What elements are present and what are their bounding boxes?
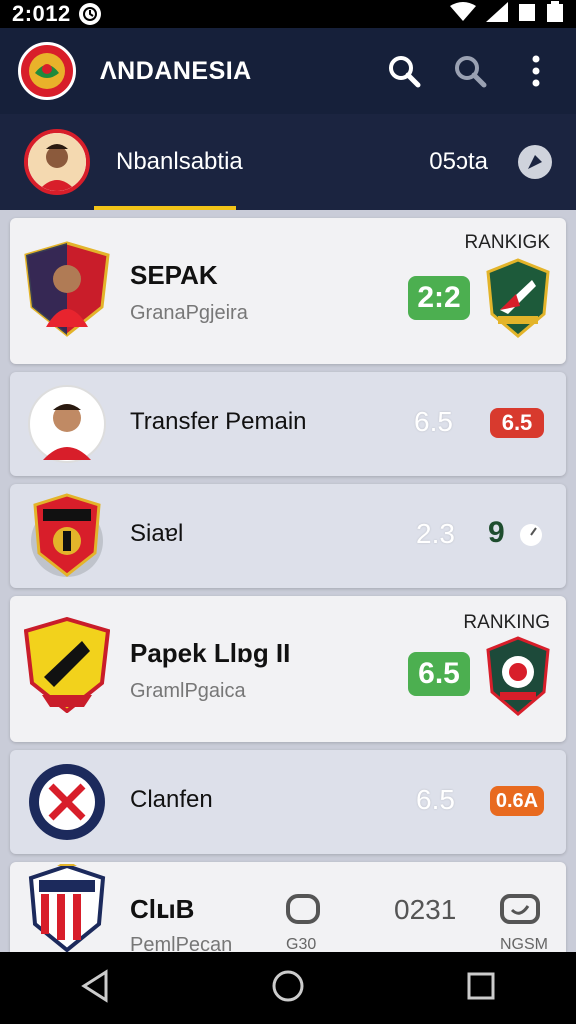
app-logo[interactable] [18,42,76,100]
signal-icon [486,1,508,27]
item-subtitle: GramlPgaica [130,680,246,702]
item-subtitle: GranaPgjeira [130,302,248,324]
club-crest-icon [24,492,110,578]
rating-badge: 6.5 [490,408,544,438]
list-item-papek[interactable]: Papek Llɒg II GramlPgaica RANKING 6.5 [10,596,566,742]
club-crest-icon [486,258,550,343]
status-bar: 2:012 [0,0,576,28]
list-item-siaal[interactable]: Siaɐl 2.3 9 [10,484,566,588]
list-item-sepak[interactable]: SEPAK GranaPgjeira RANKIGK 2:2 [10,218,566,364]
compass-icon[interactable] [518,145,552,179]
battery-icon [546,0,564,28]
recents-icon[interactable] [466,971,496,1006]
item-title: Clanfen [130,786,213,813]
app-title: ΛNDANESIA [100,56,252,85]
item-title: Papek Llɒg II [130,638,291,668]
club-crest-icon [24,759,110,845]
stat-icon [286,894,320,929]
list-item-club[interactable]: ClւıB PemlPecan G30 0231 NGSM [10,862,566,952]
item-score: 6.5 [414,406,453,437]
score-pill: 2:2 [408,276,470,320]
search-icon[interactable] [382,49,426,93]
status-time: 2:012 [12,1,71,26]
content-list: SEPAK GranaPgjeira RANKIGK 2:2 Transfer … [0,210,576,952]
club-crest-icon [486,636,550,721]
stat-label: G30 [286,936,317,952]
home-icon[interactable] [271,969,305,1008]
stat-icon [500,894,540,929]
item-score: 2.3 [416,518,455,549]
club-crest-icon [24,617,110,713]
item-subtitle: PemlPecan [130,934,233,952]
profile-avatar[interactable] [24,129,90,195]
item-score: 6.5 [416,784,455,815]
back-icon[interactable] [80,968,110,1008]
profile-header[interactable]: Nbanlsabtia 05ɔta [0,114,576,210]
item-mark: 9 [488,516,505,549]
dnd-icon [78,3,101,25]
sim-icon [518,2,536,27]
player-badge [24,241,110,337]
item-title: ClւıB [130,894,195,924]
item-title: Siaɐl [130,520,184,547]
club-crest-icon [24,864,110,952]
more-options-icon[interactable] [514,49,558,93]
stat-value: 0231 [394,894,457,925]
stat-label: NGSM [500,936,548,952]
score-pill: 6.5 [408,652,470,696]
rating-badge: 0.6A [490,786,544,816]
player-avatar [24,381,110,467]
item-title: Transfer Pemain [130,408,307,435]
ranking-label: RANKIGK [464,232,550,253]
profile-score: 05ɔta [429,148,488,175]
item-title: SEPAK [130,260,218,290]
list-item-clanfen[interactable]: Clanfen 6.5 0.6A [10,750,566,854]
search-secondary-icon[interactable] [448,49,492,93]
list-item-transfer[interactable]: Transfer Pemain 6.5 6.5 [10,372,566,476]
wifi-icon [450,1,476,27]
timer-icon [518,522,544,553]
system-nav-bar [0,952,576,1024]
app-bar: ΛNDANESIA [0,28,576,114]
profile-name: Nbanlsabtia [116,148,243,175]
ranking-label: RANKING [463,612,550,633]
